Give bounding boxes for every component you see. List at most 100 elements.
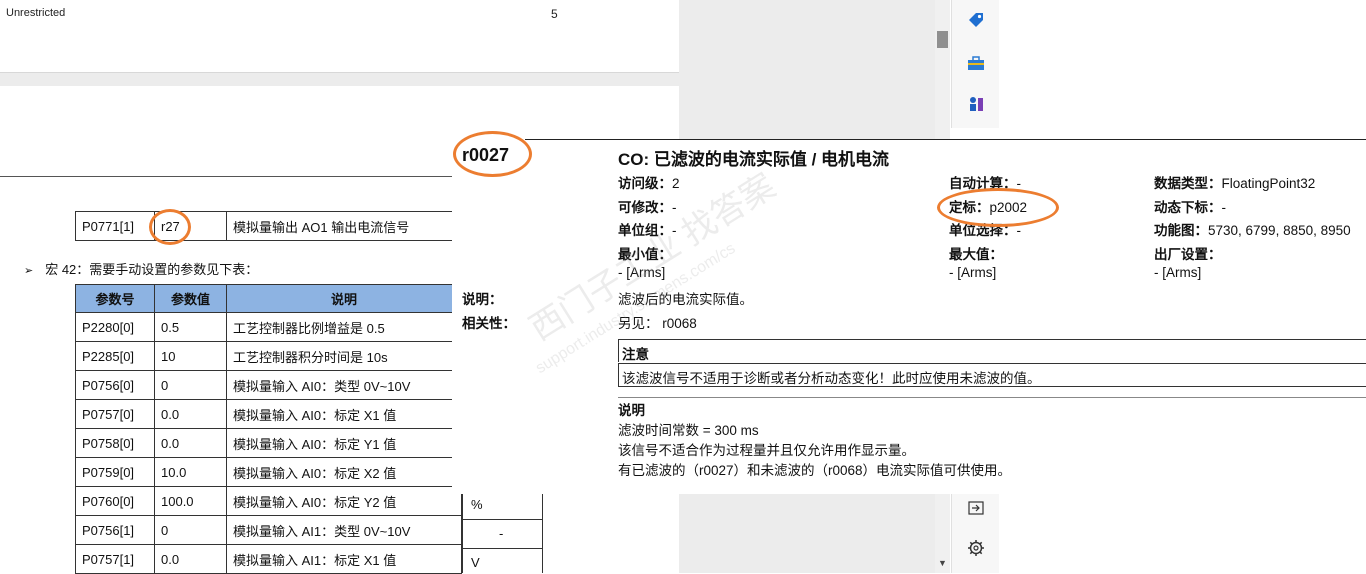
explain-line: 该信号不适合作为过程量并且仅允许用作显示量。 — [618, 443, 915, 458]
param-cell: P0760[0] — [75, 486, 155, 516]
desc-cell: 工艺控制器积分时间是 10s — [226, 341, 462, 371]
desc-cell: 模拟量输入 AI1：类型 0V~10V — [226, 515, 462, 545]
macro-text: 宏 42：需要手动设置的参数见下表： — [45, 262, 259, 277]
field-label: 自动计算： — [949, 176, 1017, 191]
row-divider — [463, 548, 542, 549]
field-label: 访问级： — [618, 176, 672, 191]
value-cell: r27 — [154, 211, 227, 241]
side-tool-panel — [951, 0, 999, 128]
value-cell: 10.0 — [154, 457, 227, 487]
modifiable-field: 可修改：- — [618, 196, 677, 216]
table-header-row: 参数号 参数值 说明 — [75, 284, 462, 313]
p0771-table: P0771[1] r27 模拟量输出 AO1 输出电流信号 — [75, 211, 462, 241]
param-cell: P2280[0] — [75, 312, 155, 342]
table-row: P0756[1] 0 模拟量输入 AI1：类型 0V~10V — [75, 515, 462, 545]
param-cell: P0757[0] — [75, 399, 155, 429]
param-cell: P0757[1] — [75, 544, 155, 574]
dynamic-index-field: 动态下标：- — [1154, 196, 1226, 216]
note-header: 注意 — [618, 339, 1366, 362]
param-cell: P0756[1] — [75, 515, 155, 545]
param-cell: P0759[0] — [75, 457, 155, 487]
field-value: 5730, 6799, 8850, 8950 — [1208, 223, 1351, 238]
desc-cell: 工艺控制器比例增益是 0.5 — [226, 312, 462, 342]
classification-label: Unrestricted — [6, 7, 66, 19]
divider — [618, 397, 1366, 398]
value-cell: 0 — [154, 515, 227, 545]
field-label: 最大值： — [949, 247, 1003, 262]
macro-instruction: ➢ 宏 42：需要手动设置的参数见下表： — [24, 259, 258, 278]
explain-line: 滤波时间常数 = 300 ms — [618, 423, 759, 438]
scaling-field: 定标：p2002 — [949, 196, 1027, 216]
description-label: 说明： — [462, 292, 503, 307]
value-cell: 0.0 — [154, 428, 227, 458]
table-row: P0757[0] 0.0 模拟量输入 AI0：标定 X1 值 — [75, 399, 462, 429]
table-row: P2280[0] 0.5 工艺控制器比例增益是 0.5 — [75, 312, 462, 342]
table-row: P0760[0] 100.0 模拟量输入 AI0：标定 Y2 值 — [75, 486, 462, 516]
macro-parameter-table: 参数号 参数值 说明 P2280[0] 0.5 工艺控制器比例增益是 0.5 P22… — [75, 284, 462, 574]
field-label: 定标： — [949, 200, 990, 215]
desc-cell: 模拟量输入 AI1：标定 X1 值 — [226, 544, 462, 574]
unit-select-field: 单位选择：- — [949, 219, 1021, 239]
field-value: - — [1016, 176, 1022, 191]
desc-cell: 模拟量输入 AI0：标定 X2 值 — [226, 457, 462, 487]
column-header: 参数号 — [75, 284, 155, 313]
field-value: p2002 — [989, 200, 1028, 215]
value-cell: 0.0 — [154, 399, 227, 429]
auto-calc-field: 自动计算：- — [949, 172, 1021, 192]
desc-cell: 模拟量输出 AO1 输出电流信号 — [226, 211, 462, 241]
value-cell: 0 — [154, 370, 227, 400]
scrollbar-thumb[interactable] — [937, 31, 948, 48]
desc-cell: 模拟量输入 AI0：标定 X1 值 — [226, 399, 462, 429]
max-value: - [Arms] — [949, 265, 997, 280]
value-cell: 10 — [154, 341, 227, 371]
unit-cell: - — [499, 526, 504, 541]
scroll-down-arrow-icon[interactable]: ▼ — [938, 558, 947, 568]
field-value: - — [1221, 200, 1227, 215]
param-cell: P2285[0] — [75, 341, 155, 371]
field-label: 动态下标： — [1154, 200, 1222, 215]
field-label: 单位选择： — [949, 223, 1017, 238]
explain-title: 说明 — [618, 403, 645, 418]
column-header: 说明 — [226, 284, 462, 313]
value-cell: 100.0 — [154, 486, 227, 516]
table-row: P0756[0] 0 模拟量输入 AI0：类型 0V~10V — [75, 370, 462, 400]
divider — [525, 139, 1366, 140]
param-cell: P0756[0] — [75, 370, 155, 400]
table-row: P0759[0] 10.0 模拟量输入 AI0：标定 X2 值 — [75, 457, 462, 487]
desc-cell: 模拟量输入 AI0：标定 Y2 值 — [226, 486, 462, 516]
toolbox-icon[interactable] — [966, 53, 986, 73]
bullet-icon: ➢ — [24, 265, 34, 277]
table-row: P2285[0] 10 工艺控制器积分时间是 10s — [75, 341, 462, 371]
note-title: 注意 — [622, 347, 649, 362]
field-value: - — [1016, 223, 1022, 238]
unit-cell: V — [471, 555, 480, 570]
max-label: 最大值： — [949, 243, 1003, 263]
note-body: 该滤波信号不适用于诊断或者分析动态变化！此时应使用未滤波的值。 — [618, 363, 1366, 387]
column-header: 参数值 — [154, 284, 227, 313]
field-label: 数据类型： — [1154, 176, 1222, 191]
divider — [0, 176, 452, 177]
gear-icon[interactable] — [966, 538, 986, 558]
value-cell: 0.5 — [154, 312, 227, 342]
chess-icon[interactable] — [966, 94, 986, 114]
param-cell: P0771[1] — [75, 211, 155, 241]
factory-label: 出厂设置： — [1154, 243, 1222, 263]
field-value: FloatingPoint32 — [1221, 176, 1316, 191]
dependency-label: 相关性： — [462, 316, 516, 331]
data-type-field: 数据类型：FloatingPoint32 — [1154, 172, 1315, 192]
page-number: 5 — [551, 7, 558, 21]
panel-export-icon[interactable] — [966, 498, 986, 518]
unit-column-extension: % - V — [462, 494, 543, 573]
access-level-field: 访问级：2 — [618, 172, 680, 192]
tag-icon[interactable] — [966, 10, 986, 30]
table-row: P0758[0] 0.0 模拟量输入 AI0：标定 Y1 值 — [75, 428, 462, 458]
value-cell: 0.0 — [154, 544, 227, 574]
param-cell: P0758[0] — [75, 428, 155, 458]
parameter-id: r0027 — [462, 145, 510, 165]
factory-value: - [Arms] — [1154, 265, 1202, 280]
field-value: 2 — [672, 176, 680, 191]
explain-line: 有已滤波的（r0027）和未滤波的（r0068）电流实际值可供使用。 — [618, 463, 1012, 478]
table-row: P0757[1] 0.0 模拟量输入 AI1：标定 X1 值 — [75, 544, 462, 574]
unit-cell: % — [471, 497, 483, 512]
note-text: 该滤波信号不适用于诊断或者分析动态变化！此时应使用未滤波的值。 — [622, 371, 1041, 386]
